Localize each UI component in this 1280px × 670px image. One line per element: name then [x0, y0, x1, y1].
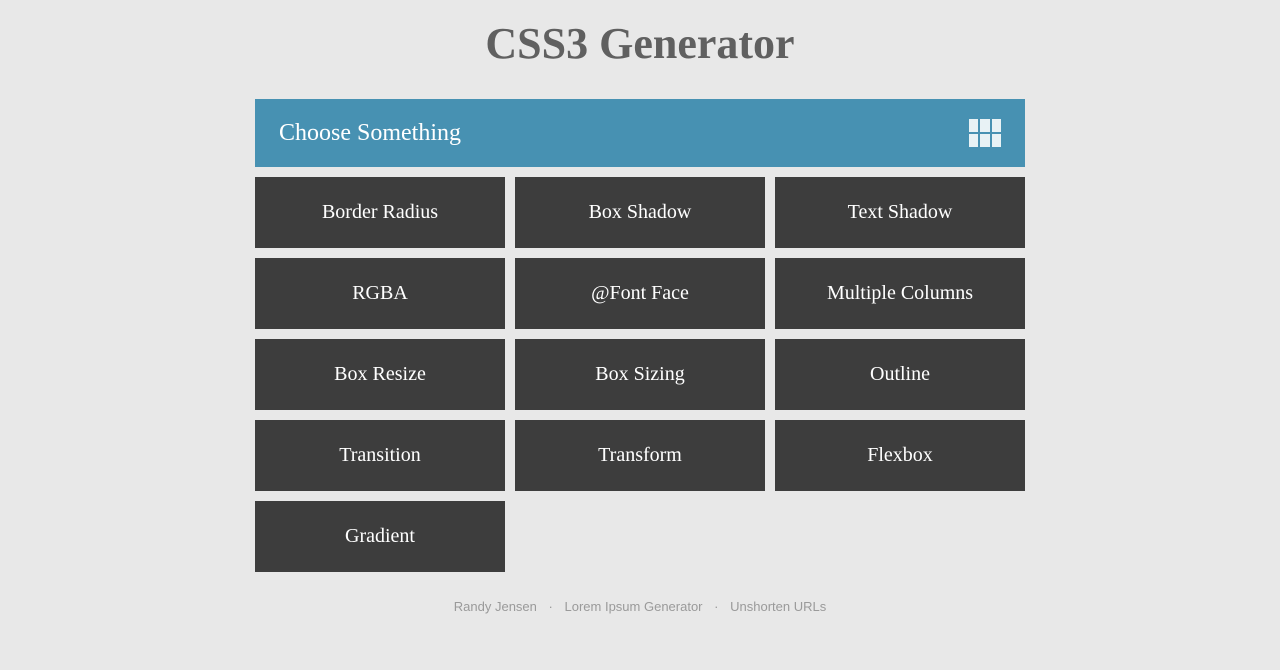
option-transform[interactable]: Transform	[515, 420, 765, 491]
grid-icon	[969, 119, 1001, 147]
option-rgba[interactable]: RGBA	[255, 258, 505, 329]
option-text-shadow[interactable]: Text Shadow	[775, 177, 1025, 248]
footer-links: Randy Jensen · Lorem Ipsum Generator · U…	[255, 599, 1025, 614]
footer-link-lorem[interactable]: Lorem Ipsum Generator	[565, 599, 703, 614]
option-border-radius[interactable]: Border Radius	[255, 177, 505, 248]
page-title: CSS3 Generator	[0, 18, 1280, 69]
option-transition[interactable]: Transition	[255, 420, 505, 491]
main-container: CSS3 Generator Choose Something Border R…	[0, 0, 1280, 572]
option-box-shadow[interactable]: Box Shadow	[515, 177, 765, 248]
options-grid: Border Radius Box Shadow Text Shadow RGB…	[255, 177, 1025, 572]
option-outline[interactable]: Outline	[775, 339, 1025, 410]
footer-author[interactable]: Randy Jensen	[454, 599, 537, 614]
footer-sep: ·	[714, 599, 718, 614]
option-multiple-columns[interactable]: Multiple Columns	[775, 258, 1025, 329]
dropdown-header-label: Choose Something	[279, 120, 461, 147]
option-gradient[interactable]: Gradient	[255, 501, 505, 572]
footer-sep: ·	[549, 599, 553, 614]
option-box-sizing[interactable]: Box Sizing	[515, 339, 765, 410]
option-flexbox[interactable]: Flexbox	[775, 420, 1025, 491]
option-font-face[interactable]: @Font Face	[515, 258, 765, 329]
footer-link-unshorten[interactable]: Unshorten URLs	[730, 599, 826, 614]
option-box-resize[interactable]: Box Resize	[255, 339, 505, 410]
dropdown-header[interactable]: Choose Something	[255, 99, 1025, 167]
panel: Choose Something Border Radius Box Shado…	[255, 99, 1025, 572]
